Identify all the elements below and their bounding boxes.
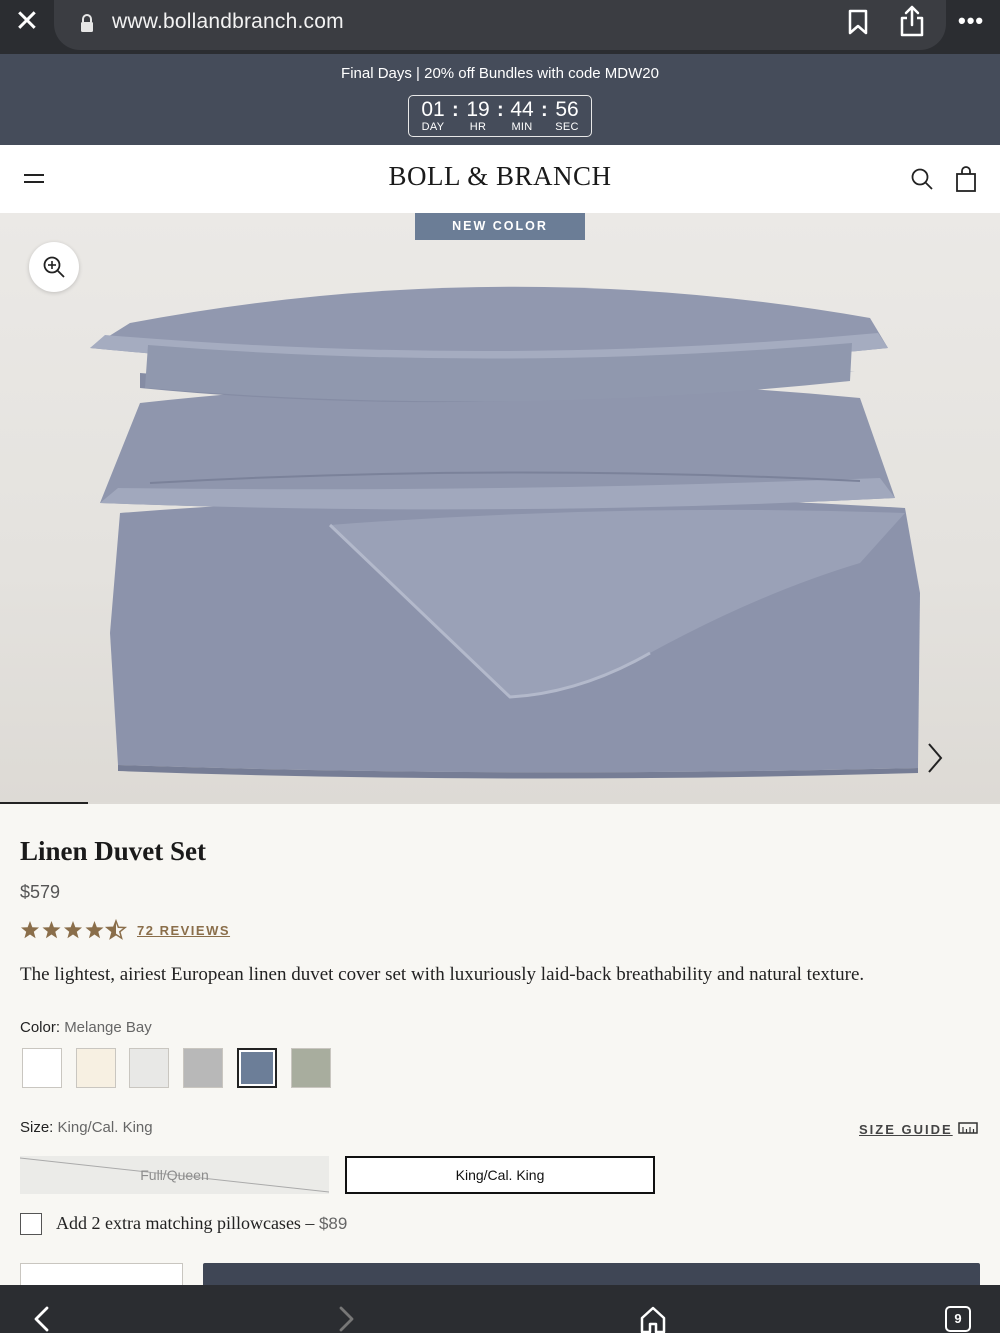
color-swatch[interactable] [183, 1048, 224, 1088]
carousel-progress [0, 802, 1000, 804]
countdown-minutes: 44 MIN [502, 98, 542, 133]
size-option-king-cal-king[interactable]: King/Cal. King [345, 1156, 655, 1194]
product-image-carousel[interactable]: NEW COLOR [0, 213, 1000, 803]
size-value: King/Cal. King [57, 1119, 153, 1136]
browser-toolbar: ✕ www.bollandbranch.com ••• [0, 0, 1000, 54]
ruler-icon[interactable] [958, 1121, 978, 1135]
countdown-hours-value: 19 [466, 98, 490, 121]
size-guide-link[interactable]: SIZE GUIDE [859, 1122, 953, 1137]
brand-logo[interactable]: BOLL & BRANCH [0, 161, 1000, 192]
size-label-text: Size: [20, 1119, 54, 1136]
address-bar[interactable]: www.bollandbranch.com [54, 0, 946, 50]
forward-icon[interactable] [334, 1305, 358, 1333]
size-option-full-queen[interactable]: Full/Queen [20, 1156, 329, 1194]
pillowcase-price: $89 [318, 1214, 348, 1233]
color-swatch[interactable] [129, 1048, 170, 1088]
home-icon[interactable] [639, 1305, 667, 1333]
carousel-progress-fill [0, 802, 88, 804]
countdown-minutes-label: MIN [511, 121, 533, 133]
site-header: BOLL & BRANCH [0, 145, 1000, 213]
product-price: $579 [20, 882, 61, 902]
star-icon [63, 921, 83, 939]
share-icon[interactable] [897, 4, 927, 38]
color-swatch[interactable] [290, 1048, 331, 1088]
zoom-in-icon [43, 256, 65, 278]
color-label: Color: Melange Bay [20, 1019, 152, 1036]
star-rating[interactable] [20, 919, 130, 941]
pillowcase-checkbox[interactable] [20, 1213, 42, 1235]
size-label: Size: King/Cal. King [20, 1119, 153, 1136]
countdown-hours-label: HR [469, 121, 487, 133]
duvet-set-photo [90, 286, 920, 779]
lock-icon [81, 14, 93, 32]
star-icon [42, 921, 61, 939]
star-icon [20, 921, 40, 939]
color-label-text: Color: [20, 1019, 61, 1036]
countdown-days-value: 01 [421, 98, 445, 121]
browser-bottom-toolbar: 9 [0, 1285, 1000, 1333]
countdown-minutes-value: 44 [510, 98, 534, 121]
countdown-timer: 01 DAY : 19 HR : 44 MIN : 56 SEC [408, 95, 592, 137]
pillowcase-addon[interactable]: Add 2 extra matching pillowcases – $89 [56, 1213, 347, 1234]
product-description: The lightest, airiest European linen duv… [20, 964, 865, 985]
countdown-days-label: DAY [421, 121, 445, 133]
close-icon[interactable]: ✕ [14, 7, 40, 37]
search-icon[interactable] [910, 167, 934, 191]
star-icon [85, 921, 104, 939]
new-color-badge: NEW COLOR [415, 213, 585, 240]
bookmark-icon[interactable] [846, 8, 870, 36]
color-value: Melange Bay [64, 1019, 152, 1036]
product-title: Linen Duvet Set [20, 836, 207, 866]
promo-banner: Final Days | 20% off Bundles with code M… [0, 54, 1000, 145]
back-icon[interactable] [30, 1305, 54, 1333]
countdown-seconds-label: SEC [555, 121, 579, 133]
zoom-button[interactable] [29, 242, 79, 292]
countdown-seconds: 56 SEC [547, 98, 587, 133]
countdown-hours: 19 HR [458, 98, 498, 133]
size-option-label: King/Cal. King [455, 1167, 545, 1183]
reviews-link[interactable]: 72 REVIEWS [137, 923, 230, 938]
carousel-next-icon[interactable] [922, 741, 946, 775]
size-option-label: Full/Queen [140, 1167, 209, 1183]
color-swatch[interactable] [75, 1048, 116, 1088]
color-swatch-selected[interactable] [236, 1048, 277, 1088]
color-swatch[interactable] [22, 1048, 62, 1088]
countdown-days: 01 DAY [413, 98, 453, 133]
shopping-bag-icon[interactable] [955, 166, 977, 192]
promo-text: Final Days | 20% off Bundles with code M… [341, 65, 659, 82]
tabs-count-button[interactable]: 9 [945, 1306, 971, 1332]
pillowcase-text: Add 2 extra matching pillowcases – [56, 1213, 315, 1233]
url-text: www.bollandbranch.com [112, 10, 344, 33]
more-options-icon[interactable]: ••• [958, 8, 988, 33]
countdown-seconds-value: 56 [555, 98, 579, 121]
